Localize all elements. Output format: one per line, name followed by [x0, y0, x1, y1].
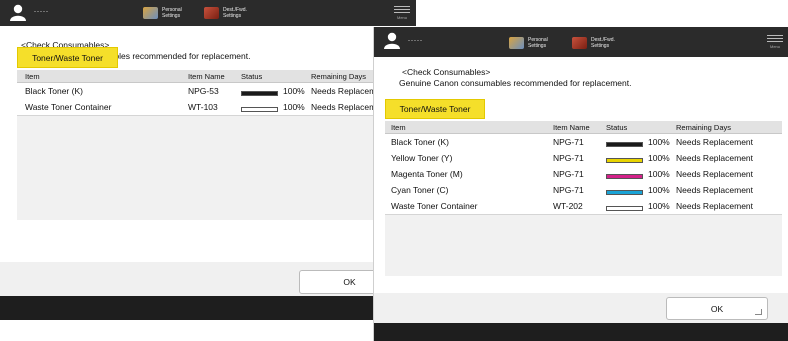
toner-level-meter	[606, 155, 643, 165]
dest-fwd-settings-button[interactable]: Dest./Fwd. Settings	[572, 37, 615, 49]
table-row[interactable]: Magenta Toner (M) NPG-71 100% Needs Replace…	[385, 166, 782, 183]
table-row[interactable]: Black Toner (K) NPG-71 100% Needs Replaceme…	[385, 134, 782, 151]
row-remaining-days: Needs Replacement	[676, 137, 754, 147]
row-item: Waste Toner Container	[391, 201, 478, 211]
personal-settings-button[interactable]: Personal Settings	[509, 37, 548, 49]
row-percent: 100%	[648, 153, 670, 163]
row-percent: 100%	[648, 169, 670, 179]
user-name: -----	[408, 38, 423, 44]
tab-toner-waste-toner[interactable]: Toner/Waste Toner	[17, 47, 118, 68]
toner-level-meter	[241, 104, 278, 114]
toner-level-meter	[606, 187, 643, 197]
table-row[interactable]: Black Toner (K) NPG-53 100% Needs Replaceme	[17, 83, 416, 100]
top-toolbar: ----- Personal Settings Dest./Fwd. Setting…	[374, 27, 788, 57]
table-row[interactable]: Waste Toner Container WT-202 100% Needs Rep…	[385, 198, 782, 215]
user-icon[interactable]	[9, 4, 27, 21]
menu-button[interactable]: Menu	[394, 4, 410, 20]
row-item: Black Toner (K)	[391, 137, 449, 147]
row-item: Magenta Toner (M)	[391, 169, 463, 179]
column-status: Status	[606, 122, 628, 132]
row-item: Cyan Toner (C)	[391, 185, 449, 195]
user-icon[interactable]	[383, 32, 401, 49]
row-remaining-days: Needs Replaceme	[311, 102, 381, 112]
back-consumables-window: ----- Personal Settings Dest./Fwd. Setting…	[0, 0, 416, 320]
row-item: Waste Toner Container	[25, 102, 112, 112]
enter-corner-icon	[755, 309, 762, 315]
row-percent: 100%	[283, 86, 305, 96]
menu-button[interactable]: Menu	[767, 33, 783, 49]
row-percent: 100%	[648, 137, 670, 147]
column-item: Item	[391, 122, 406, 132]
row-percent: 100%	[648, 201, 670, 211]
toner-level-meter	[241, 88, 278, 98]
bottom-bar	[0, 296, 416, 320]
dest-fwd-settings-button[interactable]: Dest./Fwd. Settings	[204, 7, 247, 19]
list-header: Item Item Name Status Remaining Days	[385, 121, 782, 134]
toner-level-meter	[606, 203, 643, 213]
dest-fwd-settings-icon	[572, 37, 587, 49]
toner-level-meter	[606, 139, 643, 149]
table-row[interactable]: Waste Toner Container WT-103 100% Needs Rep…	[17, 99, 416, 116]
row-item-name: NPG-71	[553, 137, 584, 147]
row-item-name: WT-103	[188, 102, 218, 112]
user-name: -----	[34, 9, 49, 15]
ok-button[interactable]: OK	[666, 297, 768, 320]
menu-icon	[394, 6, 410, 13]
dialog-subtitle: Genuine Canon consumables recommended fo…	[399, 78, 632, 88]
personal-settings-icon	[509, 37, 524, 49]
personal-settings-button[interactable]: Personal Settings	[143, 7, 182, 19]
dest-fwd-settings-icon	[204, 7, 219, 19]
toner-level-meter	[606, 171, 643, 181]
bottom-bar	[374, 323, 788, 341]
table-row[interactable]: Yellow Toner (Y) NPG-71 100% Needs Replacem…	[385, 150, 782, 167]
consumables-list: Item Item Name Status Remaining Days Bla…	[385, 121, 782, 276]
column-item-name: Item Name	[188, 71, 225, 81]
dialog-heading: <Check Consumables> Genuine Canon consum…	[399, 67, 631, 89]
row-remaining-days: Needs Replacement	[676, 185, 754, 195]
row-item-name: NPG-71	[553, 169, 584, 179]
tab-toner-waste-toner[interactable]: Toner/Waste Toner	[385, 99, 485, 119]
row-remaining-days: Needs Replaceme	[311, 86, 381, 96]
list-header: Item Item Name Status Remaining Days	[17, 70, 416, 83]
row-item: Black Toner (K)	[25, 86, 83, 96]
row-percent: 100%	[648, 185, 670, 195]
consumables-list: Item Item Name Status Remaining Days Bla…	[17, 70, 416, 220]
row-remaining-days: Needs Replacement	[676, 153, 754, 163]
top-toolbar: ----- Personal Settings Dest./Fwd. Setting…	[0, 0, 416, 26]
row-percent: 100%	[283, 102, 305, 112]
front-consumables-window: ----- Personal Settings Dest./Fwd. Setting…	[373, 27, 788, 341]
dialog-title: <Check Consumables>	[402, 67, 491, 77]
menu-icon	[767, 35, 783, 42]
column-item-name: Item Name	[553, 122, 590, 132]
table-row[interactable]: Cyan Toner (C) NPG-71 100% Needs Replacemen…	[385, 182, 782, 199]
column-remaining-days: Remaining Days	[311, 71, 367, 81]
row-remaining-days: Needs Replacement	[676, 201, 754, 211]
row-item-name: WT-202	[553, 201, 583, 211]
personal-settings-icon	[143, 7, 158, 19]
column-item: Item	[25, 71, 40, 81]
row-item: Yellow Toner (Y)	[391, 153, 453, 163]
row-item-name: NPG-71	[553, 185, 584, 195]
column-remaining-days: Remaining Days	[676, 122, 732, 132]
column-status: Status	[241, 71, 263, 81]
row-remaining-days: Needs Replacement	[676, 169, 754, 179]
row-item-name: NPG-71	[553, 153, 584, 163]
row-item-name: NPG-53	[188, 86, 219, 96]
